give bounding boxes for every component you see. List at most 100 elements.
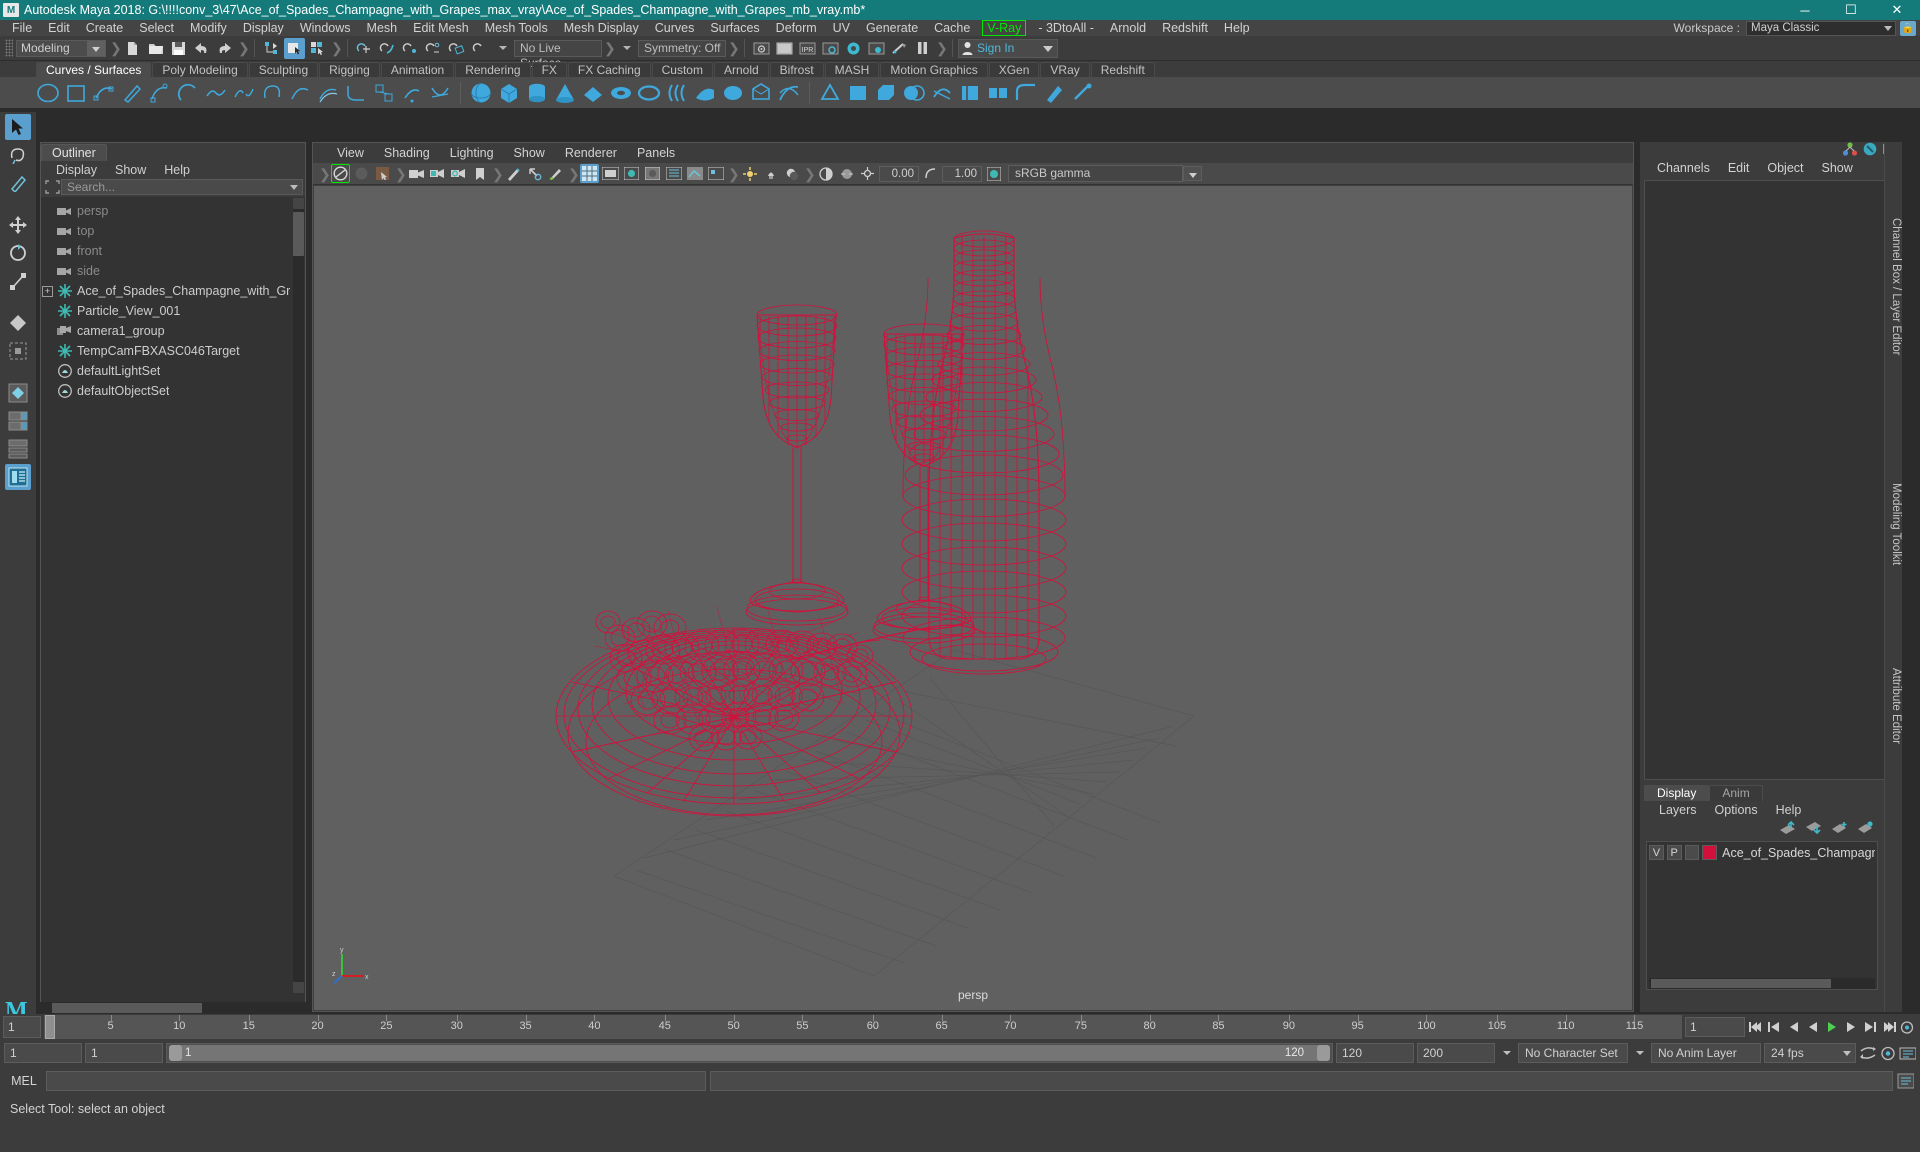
outliner-item-default-object-set[interactable]: defaultObjectSet [42, 381, 293, 401]
boundary-icon[interactable] [816, 79, 844, 107]
exposure-value-field[interactable]: 0.00 [879, 165, 919, 182]
layer-color-swatch[interactable] [1702, 845, 1718, 860]
menu-item-windows[interactable]: Windows [292, 20, 359, 36]
snap-point-icon[interactable] [400, 38, 421, 59]
menuset-select[interactable]: Modeling [16, 39, 106, 57]
anim-layer-select[interactable]: No Anim Layer [1651, 1043, 1761, 1063]
menu-item-vray[interactable]: V-Ray [982, 20, 1027, 36]
menu-item-help[interactable]: Help [1216, 20, 1258, 36]
play-backwards-icon[interactable] [1804, 1018, 1821, 1036]
default-lighting-icon[interactable] [740, 164, 759, 183]
paint-effects-icon[interactable] [546, 164, 565, 183]
attach-curves-icon[interactable] [202, 79, 230, 107]
select-hierarchy-icon[interactable] [261, 38, 282, 59]
toolbar-divider[interactable]: ❯ [728, 164, 740, 184]
gamma-value-field[interactable]: 1.00 [942, 165, 982, 182]
shadows-icon[interactable] [782, 164, 801, 183]
curve-fillet-icon[interactable] [342, 79, 370, 107]
pause-render-icon[interactable] [912, 38, 933, 59]
play-forwards-icon[interactable] [1823, 1018, 1840, 1036]
snap-view-plane-icon[interactable] [446, 38, 467, 59]
range-slider-track[interactable]: 1 120 [166, 1043, 1333, 1063]
menu-item-edit-mesh[interactable]: Edit Mesh [405, 20, 477, 36]
shelf-tab-motion-graphics[interactable]: Motion Graphics [880, 62, 988, 77]
chevron-down-icon[interactable] [616, 38, 637, 59]
outliner-item-top[interactable]: top [42, 221, 293, 241]
resolution-gate-icon[interactable] [622, 164, 641, 183]
toolbar-divider[interactable]: ❯ [319, 164, 331, 184]
xray-icon[interactable] [664, 164, 683, 183]
time-cursor[interactable] [45, 1015, 55, 1039]
shelf-tab-poly-modeling[interactable]: Poly Modeling [152, 62, 248, 77]
layer-list-horizontal-scrollbar[interactable] [1649, 978, 1875, 989]
outliner-vertical-scrollbar[interactable] [293, 198, 304, 993]
shelf-tab-vray[interactable]: VRay [1040, 62, 1090, 77]
outliner-menu-show[interactable]: Show [106, 163, 155, 177]
outliner-menu-display[interactable]: Display [47, 163, 106, 177]
toolbar-divider[interactable]: ❯ [238, 38, 250, 58]
new-scene-icon[interactable] [122, 38, 143, 59]
select-tool-icon[interactable] [5, 114, 31, 140]
lasso-tool-icon[interactable] [5, 142, 31, 168]
rotate-tool-icon[interactable] [5, 240, 31, 266]
extrude-icon[interactable] [747, 79, 775, 107]
make-live-icon[interactable] [469, 38, 490, 59]
channel-box-menu-show[interactable]: Show [1813, 161, 1862, 175]
save-scene-icon[interactable] [168, 38, 189, 59]
menu-item-redshift[interactable]: Redshift [1154, 20, 1216, 36]
ik-handle-icon[interactable] [525, 164, 544, 183]
layer-menu-layers[interactable]: Layers [1650, 803, 1706, 817]
shelf-tab-arnold[interactable]: Arnold [713, 62, 769, 77]
outliner-item-tempcam-target[interactable]: TempCamFBXASC046Target [42, 341, 293, 361]
outliner-item-camera1-group[interactable]: camera1_group [42, 321, 293, 341]
script-editor-icon[interactable] [1897, 1072, 1914, 1090]
undo-icon[interactable] [191, 38, 212, 59]
camera-icon[interactable] [407, 164, 426, 183]
render-view-icon[interactable] [751, 38, 772, 59]
go-to-start-icon[interactable] [1747, 1018, 1764, 1036]
nurbs-square-icon[interactable] [62, 79, 90, 107]
toolbar-divider[interactable]: ❯ [110, 38, 122, 58]
move-layer-down-icon[interactable] [1805, 821, 1822, 837]
channel-box-menu-edit[interactable]: Edit [1719, 161, 1759, 175]
viewport-menu-panels[interactable]: Panels [627, 146, 685, 160]
live-surface-field[interactable]: No Live Surface [514, 39, 602, 70]
channel-box-layer-editor-icon[interactable] [1842, 141, 1858, 159]
trim-tool-icon[interactable] [956, 79, 984, 107]
open-close-curve-icon[interactable] [258, 79, 286, 107]
toolbar-grip[interactable] [5, 39, 13, 57]
move-layer-up-icon[interactable] [1779, 820, 1796, 837]
nurbs-circle-prim-icon[interactable] [635, 79, 663, 107]
project-curve-icon[interactable] [398, 79, 426, 107]
animation-start-field[interactable]: 1 [4, 1043, 82, 1063]
vertical-tab-attribute-editor[interactable]: Attribute Editor [1884, 616, 1902, 796]
toolbar-divider[interactable]: ❯ [728, 38, 740, 58]
current-frame-field[interactable]: 1 [3, 1016, 41, 1038]
outliner-menu-help[interactable]: Help [155, 163, 199, 177]
layer-menu-options[interactable]: Options [1706, 803, 1767, 817]
animation-preferences-gear-icon[interactable] [1879, 1044, 1896, 1062]
menu-item-3dtoall[interactable]: - 3DtoAll - [1030, 20, 1102, 36]
layer-menu-help[interactable]: Help [1767, 803, 1811, 817]
nurbs-circle-icon[interactable] [34, 79, 62, 107]
menu-item-select[interactable]: Select [131, 20, 182, 36]
menu-item-mesh[interactable]: Mesh [359, 20, 406, 36]
viewport-menu-lighting[interactable]: Lighting [440, 146, 504, 160]
shelf-tab-xgen[interactable]: XGen [988, 62, 1040, 77]
scroll-thumb[interactable] [1651, 979, 1831, 988]
new-layer-icon[interactable] [1831, 821, 1848, 837]
gate-mask-icon[interactable] [643, 164, 662, 183]
intersect-surfaces-icon[interactable] [928, 79, 956, 107]
attach-surfaces-icon[interactable] [984, 79, 1012, 107]
grid-toggle-icon[interactable] [580, 164, 599, 183]
menu-item-deform[interactable]: Deform [768, 20, 825, 36]
nurbs-plane-icon[interactable] [579, 79, 607, 107]
ep-curve-tool-icon[interactable] [90, 79, 118, 107]
chevron-down-icon[interactable] [1498, 1044, 1515, 1062]
ipr-render-icon[interactable]: IPR [797, 38, 818, 59]
scroll-down-icon[interactable] [293, 982, 304, 993]
shelf-tab-sculpting[interactable]: Sculpting [248, 62, 319, 77]
layer-type-toggle[interactable] [1684, 845, 1700, 860]
menu-item-create[interactable]: Create [78, 20, 132, 36]
bookmark-view-icon[interactable] [373, 164, 392, 183]
